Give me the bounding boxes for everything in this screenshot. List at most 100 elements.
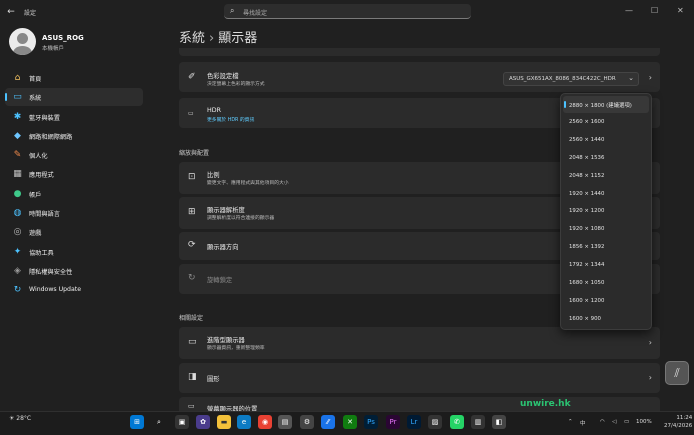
resolution-option[interactable]: 1920 × 1200 <box>561 203 651 220</box>
sidebar-item-3[interactable]: ◆ 網路和網際網路 <box>5 127 143 145</box>
resolution-icon: ⊞ <box>188 207 196 217</box>
wifi-icon[interactable]: ◠ <box>600 419 605 425</box>
resolution-option[interactable]: 2560 × 1440 <box>561 132 651 149</box>
system-icon: ▭ <box>13 92 22 102</box>
date: 27/4/2026 <box>664 423 693 429</box>
multi-display-card[interactable]: ▭ 螢幕顯示器的位置 <box>179 397 660 413</box>
store-icon[interactable]: ▤ <box>278 415 292 429</box>
breadcrumb-current: 顯示器 <box>218 31 258 46</box>
resolution-option[interactable]: 2048 × 1152 <box>561 168 651 185</box>
advanced-display-subtitle: 顯示器資訊，重新整理頻率 <box>207 346 265 351</box>
breadcrumb-parent[interactable]: 系統 <box>179 31 205 46</box>
avatar[interactable] <box>9 28 36 55</box>
resolution-option-label: 1792 × 1344 <box>569 262 605 269</box>
sidebar-item-label: 遊戲 <box>29 230 42 237</box>
home-icon: ⌂ <box>14 73 21 83</box>
sidebar-item-5[interactable]: ▦ 應用程式 <box>5 165 143 183</box>
resolution-option[interactable]: 1920 × 1080 <box>561 221 651 238</box>
monitor-icon: ▭ <box>188 337 197 347</box>
graphics-card[interactable]: ◨ 圖形 › <box>179 363 660 393</box>
sidebar-item-6[interactable]: ● 帳戶 <box>5 185 143 203</box>
resolution-option[interactable]: 1600 × 1200 <box>561 293 651 310</box>
sidebar-item-label: 網路和網際網路 <box>29 134 73 141</box>
chrome-icon[interactable]: ◉ <box>258 415 272 429</box>
hdr-link[interactable]: 更多關於 HDR 的資訊 <box>207 116 254 123</box>
resolution-option-label: 1920 × 1080 <box>569 226 605 233</box>
resolution-option-label: 1920 × 1440 <box>569 190 605 197</box>
orientation-title: 顯示器方向 <box>207 244 239 251</box>
sidebar-item-label: 時間與語言 <box>29 211 60 218</box>
whatsapp-icon[interactable]: ✆ <box>450 415 464 429</box>
back-arrow-icon[interactable]: ← <box>5 6 17 18</box>
minimize-icon[interactable]: — <box>625 6 633 15</box>
chevron-down-icon: ⌄ <box>628 74 634 82</box>
watermark-logo: ⫽ <box>665 361 689 385</box>
task-view-icon[interactable]: ▣ <box>175 415 189 429</box>
search-taskbar-icon[interactable]: ⌕ <box>152 415 166 429</box>
photoshop-icon[interactable]: Ps <box>364 415 378 429</box>
language-indicator[interactable]: 中 <box>580 419 586 427</box>
resolution-option[interactable]: 1600 × 900 <box>561 311 651 328</box>
sidebar-item-0[interactable]: ⌂ 首頁 <box>5 69 143 87</box>
sidebar-item-label: 系統 <box>29 95 42 102</box>
sidebar-item-11[interactable]: ↻ Windows Update <box>5 281 143 299</box>
resolution-option[interactable]: 2048 × 1536 <box>561 150 651 167</box>
resolution-option[interactable]: 1680 × 1050 <box>561 275 651 292</box>
resolution-option-label: 2048 × 1536 <box>569 154 605 161</box>
maximize-icon[interactable]: ☐ <box>651 6 658 15</box>
close-icon[interactable]: ✕ <box>677 6 684 15</box>
battery-icon[interactable]: ▭ <box>624 419 629 425</box>
sidebar-item-label: 首頁 <box>29 76 42 83</box>
resolution-option[interactable]: 1792 × 1344 <box>561 257 651 274</box>
app-icon-4[interactable]: ◧ <box>492 415 506 429</box>
file-explorer-icon[interactable]: ▬ <box>217 415 231 429</box>
search-placeholder: 尋找設定 <box>243 10 268 17</box>
hdr-icon: ▭ <box>188 110 194 117</box>
volume-icon[interactable]: ◁ <box>612 419 616 425</box>
section-scale-layout: 縮放與配置 <box>179 150 210 157</box>
sidebar-item-4[interactable]: ✎ 個人化 <box>5 146 143 164</box>
edge-icon[interactable]: e <box>237 415 251 429</box>
premiere-icon[interactable]: Pr <box>386 415 400 429</box>
advanced-display-card[interactable]: ▭ 進階型顯示器 顯示器資訊，重新整理頻率 › <box>179 327 660 359</box>
resolution-option[interactable]: 2560 × 1600 <box>561 114 651 131</box>
user-name: ASUS_ROG <box>42 34 84 42</box>
chevron-right-icon: › <box>648 73 652 82</box>
sidebar-item-9[interactable]: ✦ 協助工具 <box>5 243 143 261</box>
resolution-option[interactable]: 2880 × 1800 (建議選項) <box>563 96 649 113</box>
resolution-title: 顯示器解析度 <box>207 207 245 214</box>
page-title: 系統 › 顯示器 <box>179 27 257 46</box>
sidebar-item-8[interactable]: ◎ 遊戲 <box>5 223 143 241</box>
sidebar-item-1[interactable]: ▭ 系統 <box>5 88 143 106</box>
tray-chevron-icon[interactable]: ⌃ <box>568 419 573 425</box>
resolution-option[interactable]: 1920 × 1440 <box>561 186 651 203</box>
sidebar-item-10[interactable]: ◈ 隱私權與安全性 <box>5 262 143 280</box>
weather-widget[interactable]: ☀ 28°C <box>9 415 31 422</box>
sidebar-item-7[interactable]: ◍ 時間與語言 <box>5 204 143 222</box>
app-icon-3[interactable]: ▥ <box>471 415 485 429</box>
color-profile-title: 色彩設定檔 <box>207 73 239 80</box>
lightroom-icon[interactable]: Lr <box>407 415 421 429</box>
search-input[interactable]: ⌕ 尋找設定 <box>224 4 471 19</box>
orientation-icon: ⟳ <box>188 240 196 250</box>
start-icon[interactable]: ⊞ <box>130 415 144 429</box>
rotation-lock-title: 旋轉鎖定 <box>207 277 233 284</box>
watermark-text: unwire.hk <box>520 399 571 409</box>
clock[interactable]: 11:24 27/4/2026 <box>664 414 692 430</box>
resolution-option-label: 2560 × 1440 <box>569 136 605 143</box>
scale-icon: ⊡ <box>188 172 196 182</box>
copilot-icon[interactable]: ✿ <box>196 415 210 429</box>
app-icon-2[interactable]: ▨ <box>428 415 442 429</box>
resolution-option-label: 2048 × 1152 <box>569 172 605 179</box>
app-icon[interactable]: ⁄⁄ <box>321 415 335 429</box>
resolution-option-label: 1920 × 1200 <box>569 208 605 215</box>
user-account-type: 本機帳戶 <box>42 46 65 52</box>
sidebar-item-label: 帳戶 <box>29 192 42 199</box>
resolution-option[interactable]: 1856 × 1392 <box>561 239 651 256</box>
color-profile-subtitle: 決定螢幕上色彩的顯示方式 <box>207 82 265 87</box>
color-profile-dropdown[interactable]: ASUS_GX651AX_8086_834C422C_HDR ⌄ <box>503 72 639 86</box>
settings-gear-icon[interactable]: ⚙ <box>300 415 314 429</box>
sidebar-item-2[interactable]: ✱ 藍牙與裝置 <box>5 108 143 126</box>
sidebar-item-label: Windows Update <box>29 286 81 293</box>
xbox-icon[interactable]: ✕ <box>343 415 357 429</box>
